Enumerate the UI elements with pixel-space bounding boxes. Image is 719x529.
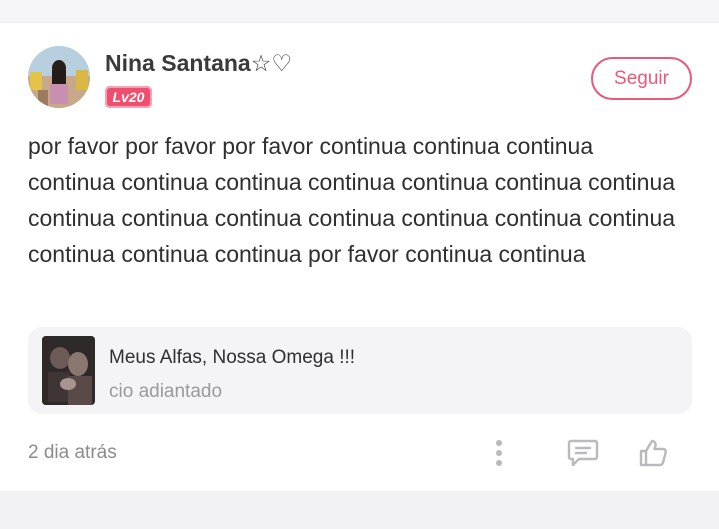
post-timestamp: 2 dia atrás bbox=[28, 442, 117, 463]
follow-button[interactable]: Seguir bbox=[591, 57, 692, 100]
story-cover-image bbox=[42, 336, 95, 405]
next-item-edge bbox=[0, 491, 719, 529]
linked-story-card[interactable]: Meus Alfas, Nossa Omega !!! cio adiantad… bbox=[28, 327, 692, 414]
comment-card: Nina Santana☆♡ Lv20 Seguir por favor por… bbox=[0, 22, 719, 491]
post-text: por favor por favor por favor continua c… bbox=[28, 133, 676, 267]
avatar[interactable] bbox=[28, 46, 90, 108]
story-title: Meus Alfas, Nossa Omega !!! bbox=[109, 347, 356, 368]
thumbs-up-icon[interactable] bbox=[633, 433, 673, 473]
story-subtitle: cio adiantado bbox=[109, 381, 223, 402]
comment-icon[interactable] bbox=[563, 433, 603, 473]
author-name[interactable]: Nina Santana☆♡ bbox=[105, 50, 292, 77]
level-badge: Lv20 bbox=[105, 86, 152, 108]
previous-item-edge bbox=[0, 0, 719, 22]
more-vertical-icon[interactable] bbox=[479, 433, 519, 473]
